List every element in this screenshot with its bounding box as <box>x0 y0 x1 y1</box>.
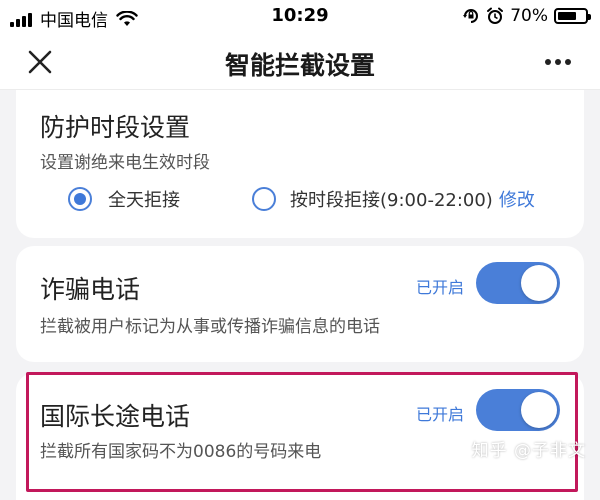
battery-icon <box>554 8 591 24</box>
international-calls-title: 国际长途电话 <box>40 402 191 431</box>
fraud-calls-card: 诈骗电话 拦截被用户标记为从事或传播诈骗信息的电话 已开启 <box>16 246 584 362</box>
protection-period-description: 设置谢绝来电生效时段 <box>40 153 210 173</box>
status-bar: 中国电信 10:29 70% <box>0 0 600 34</box>
radio-checked-icon[interactable] <box>68 187 92 211</box>
watermark-text: 知乎 @子非文 <box>471 441 586 461</box>
radio-label-all-day: 全天拒接 <box>108 190 180 211</box>
radio-option-all-day[interactable]: 全天拒接 <box>68 186 180 212</box>
international-calls-toggle[interactable] <box>476 389 560 431</box>
protection-period-title: 防护时段设置 <box>40 113 191 142</box>
fraud-calls-state: 已开启 <box>415 278 464 297</box>
radio-label-time-period: 按时段拒接(9:00-22:00) <box>290 190 493 211</box>
radio-unchecked-icon[interactable] <box>252 187 276 211</box>
nav-bar: 智能拦截设置 <box>0 34 600 90</box>
more-icon[interactable] <box>544 58 572 66</box>
protection-period-card: 防护时段设置 设置谢绝来电生效时段 全天拒接 按时段拒接(9:00-22:00)… <box>16 90 584 238</box>
toggle-knob <box>521 265 557 301</box>
battery-fill <box>558 12 577 20</box>
fraud-calls-description: 拦截被用户标记为从事或传播诈骗信息的电话 <box>40 317 380 337</box>
edit-link[interactable]: 修改 <box>499 186 535 212</box>
international-calls-description: 拦截所有国家码不为0086的号码来电 <box>40 442 322 462</box>
page-title: 智能拦截设置 <box>224 51 375 80</box>
status-right: 70% <box>462 6 591 26</box>
alarm-icon <box>487 7 504 24</box>
battery-percent: 70% <box>510 6 548 26</box>
fraud-calls-toggle[interactable] <box>476 262 560 304</box>
fraud-calls-title: 诈骗电话 <box>40 275 141 304</box>
international-calls-state: 已开启 <box>415 405 464 424</box>
orientation-lock-icon <box>463 9 479 23</box>
toggle-knob <box>521 392 557 428</box>
radio-option-time-period[interactable]: 按时段拒接(9:00-22:00) 修改 <box>252 186 535 212</box>
